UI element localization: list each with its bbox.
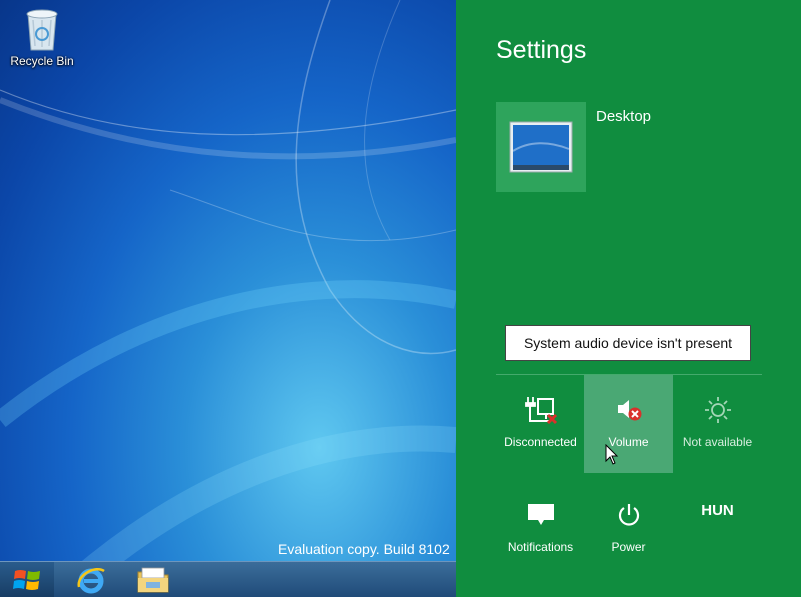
charm-title: Settings — [496, 36, 587, 64]
folder-icon — [137, 567, 169, 593]
recycle-bin-shortcut[interactable]: Recycle Bin — [6, 6, 78, 68]
internet-explorer-button[interactable] — [64, 562, 118, 597]
audio-tooltip: System audio device isn't present — [505, 325, 751, 361]
volume-button[interactable]: Volume — [584, 375, 673, 473]
wallpaper-swoosh — [0, 0, 456, 597]
keyboard-language-label: HUN — [701, 502, 734, 519]
power-label: Power — [611, 540, 646, 554]
internet-explorer-icon — [77, 568, 105, 594]
recycle-bin-icon — [26, 9, 58, 51]
desktop-monitor-icon — [509, 121, 573, 173]
taskbar — [0, 561, 456, 597]
network-label: Disconnected — [504, 435, 577, 449]
network-button[interactable]: Disconnected — [496, 375, 585, 473]
volume-muted-icon — [617, 400, 641, 421]
notifications-icon — [527, 504, 554, 525]
desktop-tile-label[interactable]: Desktop — [596, 108, 651, 125]
file-explorer-button[interactable] — [126, 562, 180, 597]
brightness-label: Not available — [682, 435, 753, 449]
windows-logo-icon — [13, 570, 40, 590]
keyboard-language-button[interactable]: HUN — [673, 480, 762, 578]
network-disconnected-icon — [524, 397, 557, 425]
notifications-button[interactable]: Notifications — [496, 480, 585, 578]
power-button[interactable]: Power — [584, 480, 673, 578]
volume-label: Volume — [608, 435, 649, 449]
desktop[interactable]: Recycle Bin Evaluation copy. Build 8102 — [0, 0, 456, 597]
settings-charm: Settings Desktop System audio device isn… — [456, 0, 801, 597]
power-icon — [618, 504, 639, 526]
mouse-pointer-icon — [605, 444, 619, 465]
brightness-button: Not available — [673, 375, 762, 473]
notifications-label: Notifications — [507, 540, 574, 554]
evaluation-watermark: Evaluation copy. Build 8102 — [278, 541, 450, 557]
brightness-icon — [704, 397, 731, 423]
recycle-bin-label: Recycle Bin — [10, 54, 74, 68]
desktop-tile[interactable] — [496, 102, 586, 192]
start-button[interactable] — [0, 562, 54, 597]
